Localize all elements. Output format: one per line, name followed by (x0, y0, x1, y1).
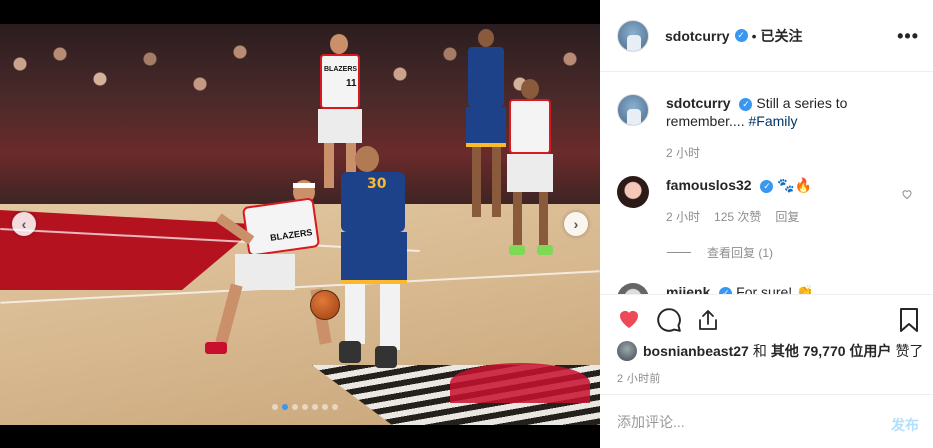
more-options-icon[interactable]: ••• (897, 26, 919, 47)
share-icon[interactable] (696, 307, 720, 333)
carousel-dot (282, 404, 288, 410)
comment-like-heart-icon[interactable] (901, 188, 913, 200)
comment-input[interactable] (617, 413, 867, 430)
verified-badge-icon: ✓ (734, 29, 748, 42)
action-bar (600, 294, 933, 344)
author-username[interactable]: sdotcurry (665, 28, 730, 44)
add-comment-bar: 发布 (600, 394, 933, 448)
like-heart-icon[interactable] (616, 307, 642, 331)
player-blazers-right (495, 79, 565, 259)
post-photo: BLAZERS 11 BLAZERS 30 (0, 24, 600, 425)
view-replies-button[interactable]: 查看回复 (1) (667, 244, 773, 261)
player-blazers-defender: BLAZERS (205, 174, 332, 364)
comment-item: famouslos32 ✓ 🐾🔥 2 小时 125 次赞 回复 (617, 176, 916, 226)
carousel-prev-button[interactable]: ‹ (12, 212, 36, 236)
caption: sdotcurry ✓ Still a series to remember..… (617, 94, 916, 162)
publish-button[interactable]: 发布 (891, 415, 919, 435)
reply-button[interactable]: 回复 (775, 208, 799, 226)
comment-emoji: 👏 (796, 284, 814, 294)
follow-button[interactable]: 已关注 (760, 26, 802, 46)
carousel-dot (292, 404, 298, 410)
jersey-number: 30 (367, 176, 387, 192)
carousel-indicator (272, 404, 338, 410)
separator: • (751, 27, 757, 44)
comment-username[interactable]: mijenk (666, 284, 710, 294)
carousel-next-button[interactable]: › (564, 212, 588, 236)
view-replies-label: 查看回复 (1) (707, 246, 774, 260)
caption-username[interactable]: sdotcurry (666, 95, 731, 111)
post-timestamp[interactable]: 2 小时前 (617, 370, 661, 386)
basketball (310, 290, 340, 320)
likes-conjunction: 和 (752, 343, 767, 359)
carousel-dot (332, 404, 338, 410)
chevron-left-icon: ‹ (21, 216, 27, 232)
avatar[interactable] (617, 283, 649, 294)
bookmark-icon[interactable] (899, 307, 919, 333)
caption-time[interactable]: 2 小时 (666, 144, 700, 162)
comment-icon[interactable] (656, 307, 682, 333)
comment-username[interactable]: famouslos32 (666, 177, 752, 193)
comment-time[interactable]: 2 小时 (666, 208, 700, 226)
comment-text: For sure! (736, 284, 793, 294)
likes-summary[interactable]: bosnianbeast27 和 其他 79,770 位用户 赞了 (617, 341, 923, 361)
likes-suffix: 赞了 (895, 343, 924, 359)
avatar[interactable] (617, 94, 649, 126)
avatar[interactable] (617, 341, 637, 361)
jersey-text: BLAZERS (324, 66, 358, 73)
comment-text: 🐾🔥 (777, 177, 813, 193)
verified-badge-icon: ✓ (760, 179, 774, 193)
divider (667, 252, 691, 253)
likes-count[interactable]: 其他 79,770 位用户 (771, 341, 892, 361)
post-media[interactable]: BLAZERS 11 BLAZERS 30 ‹ › (0, 0, 600, 448)
post-panel: sdotcurry ✓ • 已关注 ••• sdotcurry ✓ Still … (600, 0, 933, 448)
comment-item: mijenk ✓ For sure! 👏 (617, 283, 916, 294)
carousel-dot (272, 404, 278, 410)
jersey-number: 11 (346, 78, 357, 89)
verified-badge-icon: ✓ (719, 286, 733, 294)
verified-badge-icon: ✓ (739, 97, 753, 111)
player-warriors-30: 30 (325, 146, 425, 386)
avatar[interactable] (617, 19, 649, 52)
court-logo (450, 363, 590, 403)
carousel-dot (322, 404, 328, 410)
avatar[interactable] (617, 176, 649, 208)
carousel-dot (302, 404, 308, 410)
hashtag-link[interactable]: #Family (748, 113, 797, 129)
post-header: sdotcurry ✓ • 已关注 ••• (600, 0, 933, 72)
carousel-dot (312, 404, 318, 410)
comment-likes[interactable]: 125 次赞 (714, 208, 761, 226)
chevron-right-icon: › (573, 216, 579, 232)
comments-list[interactable]: sdotcurry ✓ Still a series to remember..… (600, 72, 933, 294)
liker-username[interactable]: bosnianbeast27 (643, 343, 749, 359)
